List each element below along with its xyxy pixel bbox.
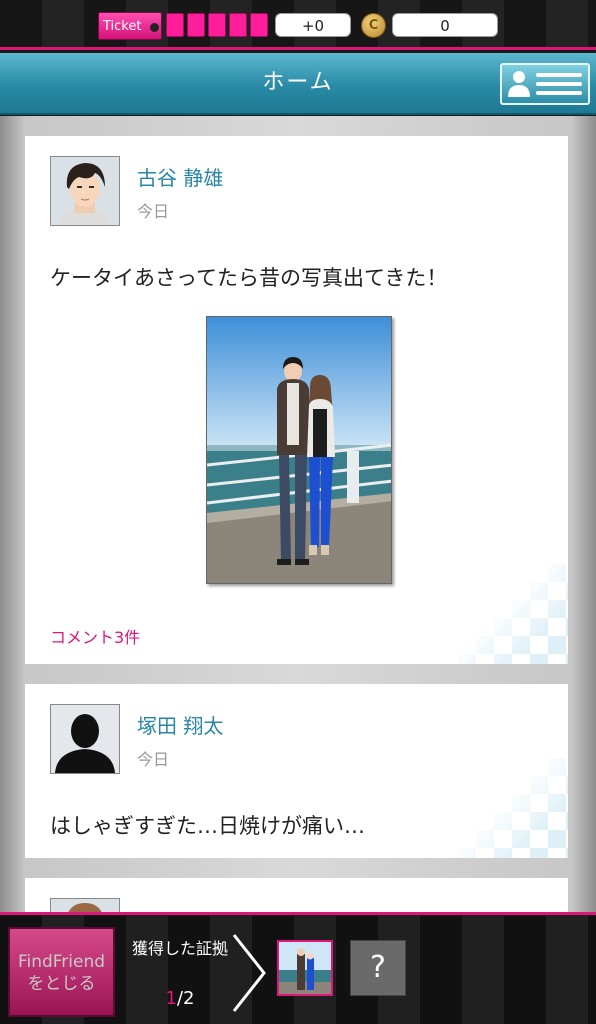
profile-list-icon (508, 71, 582, 97)
chevron-right-icon (232, 934, 266, 1012)
evidence-current: 1 (165, 988, 177, 1009)
comments-link[interactable]: コメント3件 (50, 624, 140, 648)
timeline-feed[interactable]: 古谷 静雄 今日 ケータイあさってたら昔の写真出てきた！ コメント3件 塚田 翔… (0, 116, 596, 912)
ticket-slot (208, 13, 226, 37)
ticket-badge: Ticket (98, 12, 162, 40)
coin-counter: 0 (392, 13, 498, 37)
unknown-evidence-slot[interactable]: ? (350, 940, 406, 996)
app-header: ホーム (0, 53, 596, 115)
avatar[interactable] (50, 156, 120, 226)
coin-icon: C (361, 13, 386, 38)
post-photo[interactable] (206, 316, 392, 584)
timeline-post: 古谷 静雄 今日 ケータイあさってたら昔の写真出てきた！ コメント3件 (25, 136, 568, 664)
close-findfriend-button[interactable]: FindFriend をとじる (8, 927, 115, 1017)
ticket-slot (166, 13, 184, 37)
ticket-notch-icon (150, 23, 159, 32)
timeline-post (25, 878, 568, 912)
evidence-total: /2 (176, 988, 195, 1009)
checker-decoration (458, 564, 568, 664)
ticket-slot (187, 13, 205, 37)
evidence-thumbnail[interactable] (277, 940, 333, 996)
avatar[interactable] (50, 704, 120, 774)
checker-decoration (458, 758, 568, 858)
ticket-label: Ticket (103, 19, 142, 34)
evidence-count: 1/2 (130, 988, 230, 1009)
status-bar: Ticket +0 C 0 (0, 0, 596, 50)
post-text: はしゃぎすぎた…日焼けが痛い… (50, 814, 365, 838)
ticket-slots (166, 13, 268, 37)
post-author[interactable]: 塚田 翔太 (137, 710, 223, 739)
post-time: 今日 (137, 202, 170, 221)
couple-photo-image (207, 317, 391, 583)
timeline-post: 塚田 翔太 今日 はしゃぎすぎた…日焼けが痛い… (25, 684, 568, 858)
avatar-portrait (51, 899, 119, 912)
ticket-slot (229, 13, 247, 37)
silhouette-avatar-icon (51, 705, 119, 773)
avatar[interactable] (50, 898, 120, 912)
evidence-label: 獲得した証拠 (131, 939, 228, 958)
close-findfriend-label-2: をとじる (27, 974, 96, 994)
ticket-slot (250, 13, 268, 37)
avatar-portrait (51, 157, 119, 225)
profile-list-button[interactable] (500, 63, 590, 105)
post-author[interactable]: 古谷 静雄 (137, 162, 223, 191)
ticket-counter: +0 (275, 13, 351, 37)
close-findfriend-label-1: FindFriend (17, 952, 106, 972)
couple-photo-thumbnail (279, 942, 331, 994)
evidence-bar: FindFriend をとじる 獲得した証拠 1/2 ? (0, 912, 596, 1024)
post-text: ケータイあさってたら昔の写真出てきた！ (50, 266, 448, 290)
post-time: 今日 (137, 750, 170, 769)
